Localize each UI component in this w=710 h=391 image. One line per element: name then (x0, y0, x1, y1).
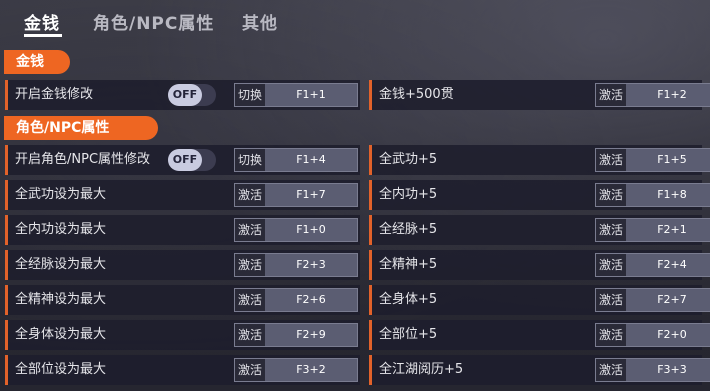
cheat-label: 开启金钱修改 (15, 87, 94, 102)
hotkey-action-label: 激活 (596, 149, 626, 171)
hotkey-action-label: 切换 (235, 84, 265, 106)
cheat-label: 开启角色/NPC属性修改 (15, 152, 151, 167)
section-header-character-npc-attributes: 角色/NPC属性 (4, 116, 158, 140)
hotkey-action-label: 激活 (596, 184, 626, 206)
cheat-row-enable-money: 开启金钱修改 OFF 切换 F1+1 (5, 80, 360, 110)
toggle-knob: OFF (168, 149, 202, 171)
hotkey-action-label: 激活 (235, 324, 265, 346)
hotkey-key: F2+0 (657, 328, 687, 341)
cheat-row: 全江湖阅历+5 激活 F3+3 (369, 355, 710, 385)
hotkey-button[interactable]: 激活 F3+3 (595, 358, 710, 382)
hotkey-key: F1+8 (657, 188, 687, 201)
hotkey-button[interactable]: 激活 F1+7 (234, 183, 358, 207)
hotkey-action-label: 激活 (596, 254, 626, 276)
cheat-row: 全内功+5 激活 F1+8 (369, 180, 710, 210)
hotkey-key: F1+1 (296, 88, 326, 101)
hotkey-action-label: 激活 (235, 289, 265, 311)
hotkey-button[interactable]: 激活 F3+2 (234, 358, 358, 382)
hotkey-button[interactable]: 激活 F2+6 (234, 288, 358, 312)
hotkey-action-label: 激活 (596, 324, 626, 346)
cheat-label: 全武功设为最大 (15, 187, 107, 202)
cheat-row: 全武功设为最大 激活 F1+7 (5, 180, 360, 210)
hotkey-action-label: 激活 (235, 184, 265, 206)
cheat-label: 金钱+500贯 (379, 87, 454, 102)
cheat-label: 全精神设为最大 (15, 292, 107, 307)
cheat-row: 全内功设为最大 激活 F1+0 (5, 215, 360, 245)
hotkey-action-label: 激活 (596, 219, 626, 241)
hotkey-key: F3+2 (296, 363, 326, 376)
hotkey-key: F2+1 (657, 223, 687, 236)
tab-character-npc-attributes[interactable]: 角色/NPC属性 (93, 9, 214, 34)
cheat-row: 全部位设为最大 激活 F3+2 (5, 355, 360, 385)
cheat-label: 全身体设为最大 (15, 327, 107, 342)
cheat-row: 全身体设为最大 激活 F2+9 (5, 320, 360, 350)
cheat-row: 全经脉设为最大 激活 F2+3 (5, 250, 360, 280)
cheat-row: 全武功+5 激活 F1+5 (369, 145, 710, 175)
hotkey-button[interactable]: 激活 F2+0 (595, 323, 710, 347)
hotkey-button[interactable]: 切换 F1+4 (234, 148, 358, 172)
hotkey-key: F2+6 (296, 293, 326, 306)
hotkey-key: F1+5 (657, 153, 687, 166)
hotkey-button[interactable]: 激活 F2+9 (234, 323, 358, 347)
cheat-label: 全部位+5 (379, 327, 438, 342)
section-header-money: 金钱 (4, 50, 70, 74)
tab-other[interactable]: 其他 (242, 9, 278, 34)
tab-bar: 金钱 角色/NPC属性 其他 (0, 0, 710, 44)
toggle-knob: OFF (168, 84, 202, 106)
cheat-row: 全精神+5 激活 F2+4 (369, 250, 710, 280)
cheat-label: 全经脉设为最大 (15, 257, 107, 272)
cheat-row: 全部位+5 激活 F2+0 (369, 320, 710, 350)
hotkey-button[interactable]: 切换 F1+1 (234, 83, 358, 107)
hotkey-key: F1+0 (296, 223, 326, 236)
hotkey-button[interactable]: 激活 F1+2 (595, 83, 710, 107)
cheat-label: 全部位设为最大 (15, 362, 107, 377)
cheat-row: 全身体+5 激活 F2+7 (369, 285, 710, 315)
hotkey-button[interactable]: 激活 F1+5 (595, 148, 710, 172)
hotkey-action-label: 激活 (235, 254, 265, 276)
active-tab-indicator (24, 34, 62, 37)
toggle-switch[interactable]: OFF (168, 84, 216, 106)
hotkey-key: F1+2 (657, 88, 687, 101)
cheat-label: 全内功+5 (379, 187, 438, 202)
cheat-label: 全精神+5 (379, 257, 438, 272)
hotkey-button[interactable]: 激活 F2+3 (234, 253, 358, 277)
hotkey-key: F1+7 (296, 188, 326, 201)
cheat-row-enable-attributes: 开启角色/NPC属性修改 OFF 切换 F1+4 (5, 145, 360, 175)
hotkey-key: F2+9 (296, 328, 326, 341)
hotkey-button[interactable]: 激活 F1+8 (595, 183, 710, 207)
hotkey-key: F3+3 (657, 363, 687, 376)
cheat-label: 全身体+5 (379, 292, 438, 307)
hotkey-button[interactable]: 激活 F2+7 (595, 288, 710, 312)
hotkey-action-label: 激活 (596, 359, 626, 381)
tab-money[interactable]: 金钱 (24, 9, 60, 34)
hotkey-button[interactable]: 激活 F1+0 (234, 218, 358, 242)
hotkey-key: F1+4 (296, 153, 326, 166)
hotkey-action-label: 激活 (235, 359, 265, 381)
toggle-switch[interactable]: OFF (168, 149, 216, 171)
cheat-row: 全经脉+5 激活 F2+1 (369, 215, 710, 245)
cheat-row: 全精神设为最大 激活 F2+6 (5, 285, 360, 315)
cheat-label: 全江湖阅历+5 (379, 362, 464, 377)
hotkey-action-label: 切换 (235, 149, 265, 171)
hotkey-key: F2+7 (657, 293, 687, 306)
hotkey-button[interactable]: 激活 F2+1 (595, 218, 710, 242)
cheat-label: 全武功+5 (379, 152, 438, 167)
hotkey-action-label: 激活 (596, 289, 626, 311)
cheat-label: 全内功设为最大 (15, 222, 107, 237)
hotkey-action-label: 激活 (596, 84, 626, 106)
hotkey-button[interactable]: 激活 F2+4 (595, 253, 710, 277)
cheat-label: 全经脉+5 (379, 222, 438, 237)
hotkey-key: F2+3 (296, 258, 326, 271)
hotkey-action-label: 激活 (235, 219, 265, 241)
hotkey-key: F2+4 (657, 258, 687, 271)
cheat-row-money-plus-500: 金钱+500贯 激活 F1+2 (369, 80, 710, 110)
